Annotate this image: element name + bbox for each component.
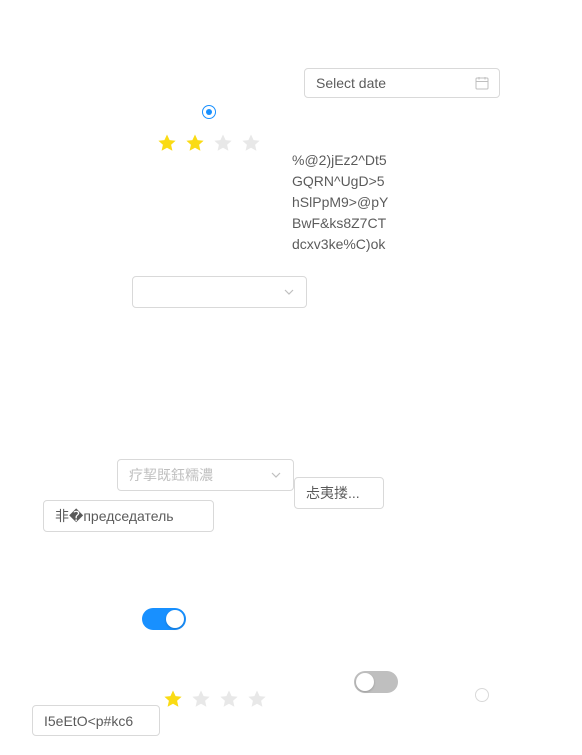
button-left[interactable]: 非�председатель [43, 500, 214, 532]
rating-top[interactable] [157, 133, 261, 153]
star-icon[interactable] [185, 133, 205, 153]
radio-bottom[interactable] [475, 688, 489, 702]
date-picker[interactable]: Select date [304, 68, 500, 98]
toggle-switch-off[interactable] [354, 671, 398, 693]
switch-knob [166, 610, 184, 628]
star-icon[interactable] [163, 689, 183, 709]
select-empty[interactable] [132, 276, 307, 308]
button-right[interactable]: 忐夷搂... [294, 477, 384, 509]
text-line: %@2)jEz2^Dt5 [292, 152, 387, 168]
star-icon[interactable] [191, 689, 211, 709]
select-placeholder[interactable]: 疗挈既鈺糯濃 [117, 459, 294, 491]
select-placeholder-text: 疗挈既鈺糯濃 [129, 467, 213, 483]
text-line: BwF&ks8Z7CT [292, 215, 387, 231]
text-line: dcxv3ke%C)ok [292, 236, 386, 252]
text-line: GQRN^UgD>5 [292, 173, 385, 189]
star-icon[interactable] [219, 689, 239, 709]
text-line: hSlPpM9>@pY [292, 194, 389, 210]
text-block: %@2)jEz2^Dt5 GQRN^UgD>5 hSlPpM9>@pY BwF&ks8… [292, 150, 388, 255]
chevron-down-icon [271, 472, 281, 478]
calendar-icon [475, 77, 489, 90]
star-icon[interactable] [157, 133, 177, 153]
star-icon[interactable] [241, 133, 261, 153]
switch-knob [356, 673, 374, 691]
text-button-bottom[interactable]: I5eEtO<p#kc6 [32, 705, 160, 736]
star-icon[interactable] [247, 689, 267, 709]
star-icon[interactable] [213, 133, 233, 153]
date-picker-placeholder: Select date [316, 75, 387, 91]
radio-top[interactable] [202, 105, 216, 119]
rating-bottom[interactable] [163, 689, 267, 709]
chevron-down-icon [284, 289, 294, 295]
toggle-switch-on[interactable] [142, 608, 186, 630]
